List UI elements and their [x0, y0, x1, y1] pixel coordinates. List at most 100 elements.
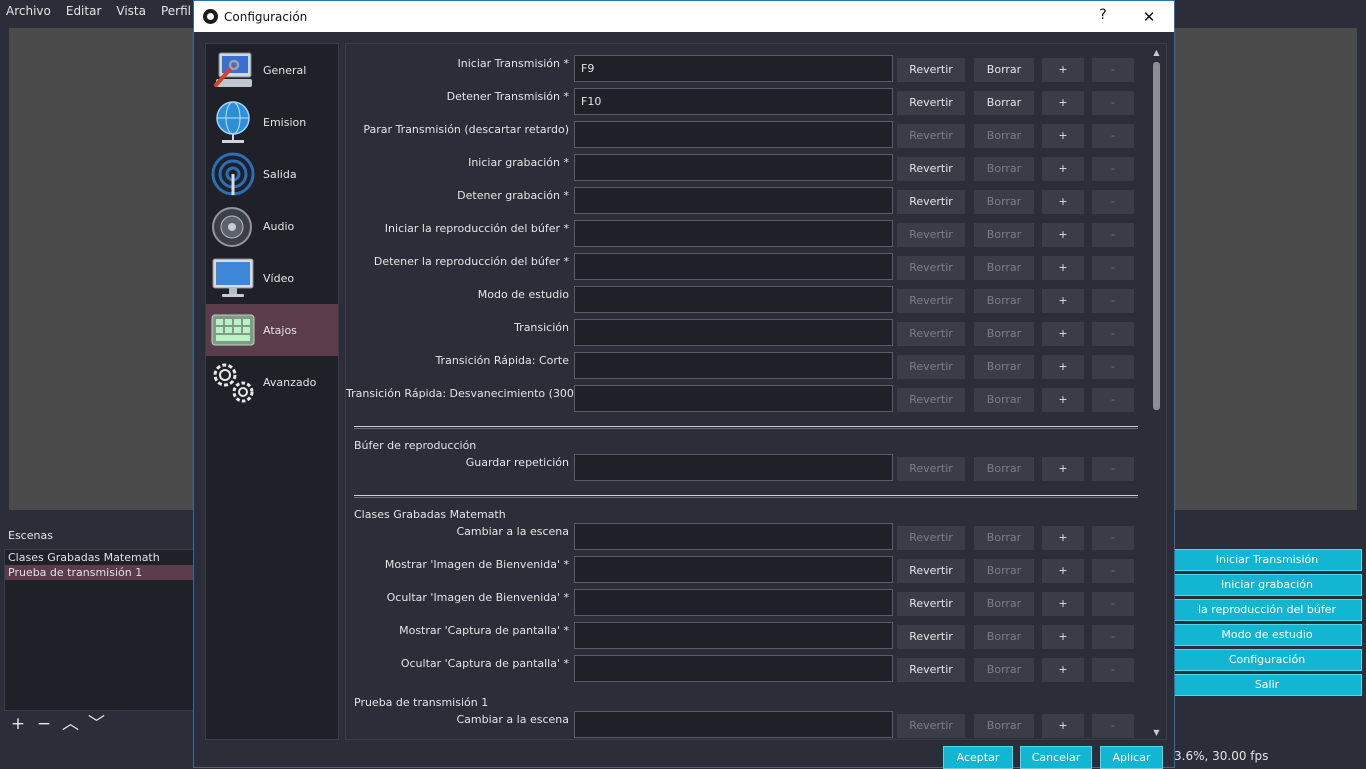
revert-button[interactable]: Revertir	[897, 124, 965, 148]
add-hotkey-button[interactable]: +	[1042, 289, 1084, 313]
add-hotkey-button[interactable]: +	[1042, 526, 1084, 550]
add-hotkey-button[interactable]: +	[1042, 559, 1084, 583]
hotkey-input[interactable]	[574, 556, 893, 583]
exit-button[interactable]: Salir	[1172, 674, 1362, 696]
sidebar-item-video[interactable]: Vídeo	[206, 252, 338, 304]
clear-button[interactable]: Borrar	[974, 457, 1034, 481]
menu-file[interactable]: Archivo	[6, 4, 51, 18]
clear-button[interactable]: Borrar	[974, 124, 1034, 148]
studio-mode-button[interactable]: Modo de estudio	[1172, 624, 1362, 646]
revert-button[interactable]: Revertir	[897, 289, 965, 313]
clear-button[interactable]: Borrar	[974, 714, 1034, 738]
revert-button[interactable]: Revertir	[897, 58, 965, 82]
remove-hotkey-button[interactable]: -	[1092, 714, 1134, 738]
clear-button[interactable]: Borrar	[974, 58, 1034, 82]
clear-button[interactable]: Borrar	[974, 289, 1034, 313]
menu-view[interactable]: Vista	[116, 4, 146, 18]
vertical-scrollbar[interactable]: ▲ ▼	[1151, 48, 1162, 738]
clear-button[interactable]: Borrar	[974, 157, 1034, 181]
sidebar-item-audio[interactable]: Audio	[206, 200, 338, 252]
clear-button[interactable]: Borrar	[974, 592, 1034, 616]
hotkey-input[interactable]	[574, 187, 893, 214]
hotkey-input[interactable]	[574, 286, 893, 313]
revert-button[interactable]: Revertir	[897, 190, 965, 214]
clear-button[interactable]: Borrar	[974, 526, 1034, 550]
remove-hotkey-button[interactable]: -	[1092, 388, 1134, 412]
remove-hotkey-button[interactable]: -	[1092, 289, 1134, 313]
revert-button[interactable]: Revertir	[897, 223, 965, 247]
scrollbar-thumb[interactable]	[1153, 62, 1160, 410]
revert-button[interactable]: Revertir	[897, 526, 965, 550]
hotkey-input[interactable]	[574, 352, 893, 379]
revert-button[interactable]: Revertir	[897, 559, 965, 583]
scroll-up-icon[interactable]: ▲	[1152, 48, 1161, 57]
hotkey-input[interactable]	[574, 253, 893, 280]
hotkey-input[interactable]	[574, 711, 893, 738]
clear-button[interactable]: Borrar	[974, 223, 1034, 247]
add-hotkey-button[interactable]: +	[1042, 322, 1084, 346]
hotkey-input[interactable]	[574, 655, 893, 682]
hotkey-input[interactable]	[574, 523, 893, 550]
menu-profile[interactable]: Perfil	[161, 4, 191, 18]
clear-button[interactable]: Borrar	[974, 388, 1034, 412]
replay-buffer-button[interactable]: la reproducción del búfer	[1172, 599, 1362, 621]
move-down-icon[interactable]: ﹀	[88, 715, 105, 733]
add-hotkey-button[interactable]: +	[1042, 714, 1084, 738]
hotkey-input[interactable]	[574, 454, 893, 481]
hotkey-input[interactable]	[574, 220, 893, 247]
add-hotkey-button[interactable]: +	[1042, 91, 1084, 115]
hotkey-input[interactable]	[574, 154, 893, 181]
remove-hotkey-button[interactable]: -	[1092, 190, 1134, 214]
sidebar-item-general[interactable]: General	[206, 44, 338, 96]
remove-hotkey-button[interactable]: -	[1092, 58, 1134, 82]
dialog-titlebar[interactable]: Configuración ? ✕	[194, 1, 1174, 32]
remove-hotkey-button[interactable]: -	[1092, 457, 1134, 481]
apply-button[interactable]: Aplicar	[1100, 746, 1163, 769]
scene-item[interactable]: Prueba de transmisión 1	[5, 565, 195, 580]
hotkey-input[interactable]	[574, 319, 893, 346]
revert-button[interactable]: Revertir	[897, 322, 965, 346]
revert-button[interactable]: Revertir	[897, 658, 965, 682]
remove-hotkey-button[interactable]: -	[1092, 223, 1134, 247]
remove-hotkey-button[interactable]: -	[1092, 658, 1134, 682]
sidebar-item-salida[interactable]: Salida	[206, 148, 338, 200]
add-hotkey-button[interactable]: +	[1042, 355, 1084, 379]
add-hotkey-button[interactable]: +	[1042, 58, 1084, 82]
add-hotkey-button[interactable]: +	[1042, 457, 1084, 481]
revert-button[interactable]: Revertir	[897, 714, 965, 738]
remove-hotkey-button[interactable]: -	[1092, 625, 1134, 649]
add-hotkey-button[interactable]: +	[1042, 256, 1084, 280]
revert-button[interactable]: Revertir	[897, 625, 965, 649]
add-scene-icon[interactable]: +	[10, 715, 26, 733]
clear-button[interactable]: Borrar	[974, 355, 1034, 379]
scroll-down-icon[interactable]: ▼	[1152, 728, 1161, 737]
clear-button[interactable]: Borrar	[974, 91, 1034, 115]
add-hotkey-button[interactable]: +	[1042, 388, 1084, 412]
remove-hotkey-button[interactable]: -	[1092, 91, 1134, 115]
start-streaming-button[interactable]: Iniciar Transmisión	[1172, 549, 1362, 571]
remove-hotkey-button[interactable]: -	[1092, 592, 1134, 616]
hotkey-input[interactable]	[574, 385, 893, 412]
clear-button[interactable]: Borrar	[974, 322, 1034, 346]
remove-scene-icon[interactable]: −	[36, 715, 52, 733]
move-up-icon[interactable]: ︿	[62, 715, 79, 733]
add-hotkey-button[interactable]: +	[1042, 190, 1084, 214]
revert-button[interactable]: Revertir	[897, 457, 965, 481]
remove-hotkey-button[interactable]: -	[1092, 124, 1134, 148]
start-recording-button[interactable]: Iniciar grabación	[1172, 574, 1362, 596]
add-hotkey-button[interactable]: +	[1042, 625, 1084, 649]
clear-button[interactable]: Borrar	[974, 190, 1034, 214]
sidebar-item-emision[interactable]: Emision	[206, 96, 338, 148]
hotkey-input[interactable]	[574, 622, 893, 649]
close-button[interactable]: ✕	[1134, 5, 1164, 29]
clear-button[interactable]: Borrar	[974, 625, 1034, 649]
settings-button[interactable]: Configuración	[1172, 649, 1362, 671]
menu-edit[interactable]: Editar	[66, 4, 102, 18]
remove-hotkey-button[interactable]: -	[1092, 157, 1134, 181]
add-hotkey-button[interactable]: +	[1042, 592, 1084, 616]
clear-button[interactable]: Borrar	[974, 256, 1034, 280]
scenes-list[interactable]: Clases Grabadas Matemath Prueba de trans…	[4, 549, 196, 711]
cancel-button[interactable]: Cancelar	[1020, 746, 1092, 769]
remove-hotkey-button[interactable]: -	[1092, 526, 1134, 550]
add-hotkey-button[interactable]: +	[1042, 658, 1084, 682]
